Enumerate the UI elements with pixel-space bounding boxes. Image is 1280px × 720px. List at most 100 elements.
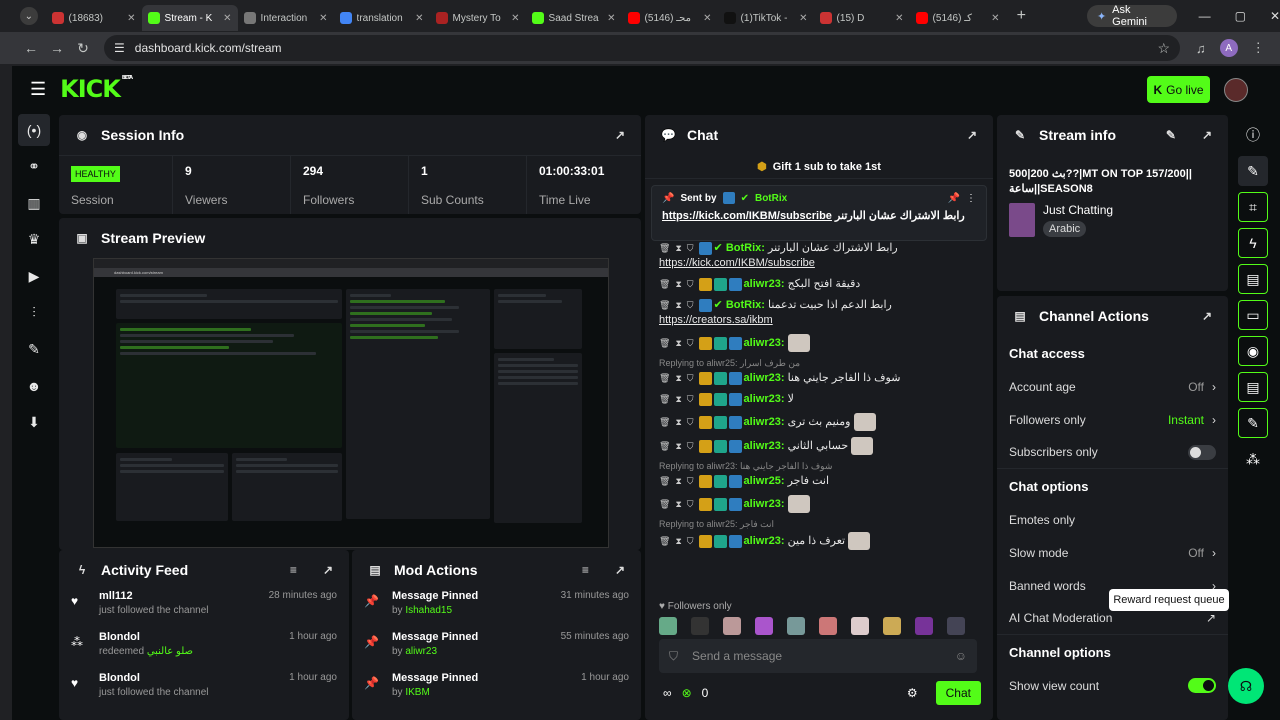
browser-tab[interactable]: (5146) کـ ✕ bbox=[910, 5, 1006, 31]
follower-avatar[interactable] bbox=[787, 617, 805, 635]
chat-username[interactable]: BotRix bbox=[726, 299, 761, 311]
tab-close-icon[interactable]: ✕ bbox=[127, 13, 135, 24]
tab-close-icon[interactable]: ✕ bbox=[319, 13, 327, 24]
window-close-icon[interactable]: ✕ bbox=[1270, 9, 1280, 23]
menu-kebab-icon[interactable]: ⋮ bbox=[1252, 40, 1265, 56]
chat-message[interactable]: 🗑 ⧗ ⛉ aliwr23: bbox=[659, 334, 983, 352]
chat-username[interactable]: aliwr23 bbox=[744, 372, 781, 384]
reply-context[interactable]: Replying to aliwr23: شوف ذا الفاجر جايني… bbox=[659, 461, 983, 472]
ban-icon[interactable]: ⛉ bbox=[687, 417, 694, 427]
timeout-icon[interactable]: ⧗ bbox=[675, 300, 681, 310]
ban-icon[interactable]: ⛉ bbox=[687, 279, 694, 289]
delete-icon[interactable]: 🗑 bbox=[659, 373, 670, 383]
hamburger-menu-icon[interactable]: ☰ bbox=[30, 79, 46, 100]
mod-action-item[interactable]: 📌 Message Pinned by aliwr23 55 minutes ago bbox=[352, 631, 641, 672]
clip-icon[interactable]: ⌗ bbox=[1238, 192, 1268, 222]
unpin-icon[interactable]: 📌 bbox=[948, 193, 960, 204]
chat-link[interactable]: https://kick.com/IKBM/subscribe bbox=[659, 257, 815, 269]
mod-user[interactable]: Ishahad15 bbox=[405, 605, 452, 616]
filter-icon[interactable]: ≡ bbox=[582, 563, 589, 577]
browser-tab[interactable]: Stream - K ✕ bbox=[141, 5, 238, 31]
emoji-icon[interactable]: ☺ bbox=[955, 649, 967, 663]
url-field[interactable]: ☰ dashboard.kick.com/stream ☆ bbox=[104, 35, 1180, 61]
media-icon[interactable]: ♫ bbox=[1196, 41, 1206, 56]
channel-actions-shortcut-icon[interactable]: ▤ bbox=[1238, 372, 1268, 402]
filter-icon[interactable]: ≡ bbox=[290, 563, 297, 577]
timeout-icon[interactable]: ⧗ bbox=[675, 499, 681, 509]
browser-tab[interactable]: (1)TikTok - ✕ bbox=[718, 5, 814, 31]
chat-message[interactable]: 🗑 ⧗ ⛉ aliwr23: دقيقة افتح البكج bbox=[659, 277, 983, 292]
delete-icon[interactable]: 🗑 bbox=[659, 279, 670, 289]
links-nav-icon[interactable]: ⚭ bbox=[18, 151, 50, 183]
new-tab-icon[interactable]: + bbox=[1010, 7, 1033, 25]
chat-username[interactable]: aliwr23 bbox=[744, 416, 781, 428]
tab-close-icon[interactable]: ✕ bbox=[607, 13, 615, 24]
chat-message[interactable]: 🗑 ⧗ ⛉ ✔ BotRix: رابط الاشتراك عشان البارتنر… bbox=[659, 241, 983, 271]
activity-user[interactable]: Blondol bbox=[99, 672, 289, 684]
user-avatar[interactable] bbox=[1224, 78, 1248, 102]
pinned-user[interactable]: BotRix bbox=[755, 193, 787, 204]
browser-tab[interactable]: (15) D ✕ bbox=[814, 5, 910, 31]
mod-user[interactable]: IKBM bbox=[405, 687, 429, 698]
timeout-icon[interactable]: ⧗ bbox=[675, 417, 681, 427]
timeout-icon[interactable]: ⧗ bbox=[675, 476, 681, 486]
follower-avatar[interactable] bbox=[851, 617, 869, 635]
ban-icon[interactable]: ⛉ bbox=[687, 300, 694, 310]
chat-username[interactable]: aliwr23 bbox=[744, 278, 781, 290]
chat-message[interactable]: 🗑 ⧗ ⛉ aliwr23: ومنيم بث ترى bbox=[659, 413, 983, 431]
notes-icon[interactable]: ▤ bbox=[1238, 264, 1268, 294]
reply-context[interactable]: Replying to aliwr25: انت فاجر bbox=[659, 519, 983, 530]
mod-action-item[interactable]: 📌 Message Pinned by Ishahad15 31 minutes ag… bbox=[352, 590, 641, 631]
pinned-link[interactable]: https://kick.com/IKBM/subscribe bbox=[662, 210, 832, 222]
activity-item[interactable]: ⁂ Blondol redeemed صلو عالنبي 1 hour ago bbox=[59, 631, 349, 672]
delete-icon[interactable]: 🗑 bbox=[659, 417, 670, 427]
delete-icon[interactable]: 🗑 bbox=[659, 243, 670, 253]
ban-icon[interactable]: ⛉ bbox=[687, 536, 694, 546]
chat-message[interactable]: 🗑 ⧗ ⛉ aliwr23: شوف ذا الفاجر جايني هنا bbox=[659, 371, 983, 386]
trophy-nav-icon[interactable]: ♛ bbox=[18, 224, 50, 256]
activity-item[interactable]: ♥ Blondol just followed the channel 1 hour… bbox=[59, 672, 349, 713]
delete-icon[interactable]: 🗑 bbox=[659, 338, 670, 348]
reward-queue-icon[interactable]: ⁂ bbox=[1238, 444, 1268, 474]
browser-tab[interactable]: translation ✕ bbox=[334, 5, 430, 31]
delete-icon[interactable]: 🗑 bbox=[659, 394, 670, 404]
popout-icon[interactable]: ↗ bbox=[615, 563, 625, 577]
browser-tab[interactable]: (5146) محـ ✕ bbox=[622, 5, 718, 31]
tab-close-icon[interactable]: ✕ bbox=[895, 13, 903, 24]
ban-icon[interactable]: ⛉ bbox=[687, 243, 694, 253]
chat-username[interactable]: aliwr25 bbox=[744, 475, 781, 487]
follower-avatar[interactable] bbox=[659, 617, 677, 635]
forward-icon[interactable]: → bbox=[44, 40, 70, 56]
popout-icon[interactable]: ↗ bbox=[1202, 128, 1212, 142]
lightning-action-icon[interactable]: ϟ bbox=[1238, 228, 1268, 258]
popout-icon[interactable]: ↗ bbox=[323, 563, 333, 577]
follower-avatar[interactable] bbox=[691, 617, 709, 635]
edit-stream-icon[interactable]: ✎ bbox=[1238, 156, 1268, 186]
video-nav-icon[interactable]: ▶ bbox=[18, 260, 50, 292]
follower-avatar[interactable] bbox=[883, 617, 901, 635]
delete-icon[interactable]: 🗑 bbox=[659, 536, 670, 546]
follower-avatar[interactable] bbox=[819, 617, 837, 635]
mod-action-item[interactable]: 📌 Message Pinned by IKBM 1 hour ago bbox=[352, 672, 641, 713]
browser-tab[interactable]: (18683) ✕ bbox=[46, 5, 142, 31]
settings-wrench-nav-icon[interactable]: ✎ bbox=[18, 333, 50, 365]
delete-icon[interactable]: 🗑 bbox=[659, 499, 670, 509]
delete-icon[interactable]: 🗑 bbox=[659, 300, 670, 310]
delete-icon[interactable]: 🗑 bbox=[659, 476, 670, 486]
pinned-message[interactable]: 📌 Sent by ✔ BotRix 📌 ⋮ رابط الاشتراك عشا… bbox=[651, 185, 987, 241]
follower-avatar[interactable] bbox=[947, 617, 965, 635]
popout-icon[interactable]: ↗ bbox=[967, 128, 977, 142]
timeout-icon[interactable]: ⧗ bbox=[675, 373, 681, 383]
tab-close-icon[interactable]: ✕ bbox=[799, 13, 807, 24]
stream-nav-icon[interactable]: (•) bbox=[18, 114, 50, 146]
tab-close-icon[interactable]: ✕ bbox=[511, 13, 519, 24]
browser-tab[interactable]: Saad Strea ✕ bbox=[526, 5, 622, 31]
site-info-icon[interactable]: ☰ bbox=[114, 41, 125, 55]
category-name[interactable]: Just Chatting bbox=[1043, 203, 1113, 217]
chat-username[interactable]: aliwr23 bbox=[744, 393, 781, 405]
chat-message[interactable]: 🗑 ⧗ ⛉ aliwr23: تعرف ذا مين bbox=[659, 532, 983, 550]
activity-user[interactable]: Blondol bbox=[99, 631, 289, 643]
support-chat-icon[interactable]: ☊ bbox=[1228, 668, 1264, 704]
category-thumbnail[interactable] bbox=[1009, 203, 1035, 237]
browser-tab[interactable]: Interaction ✕ bbox=[238, 5, 334, 31]
